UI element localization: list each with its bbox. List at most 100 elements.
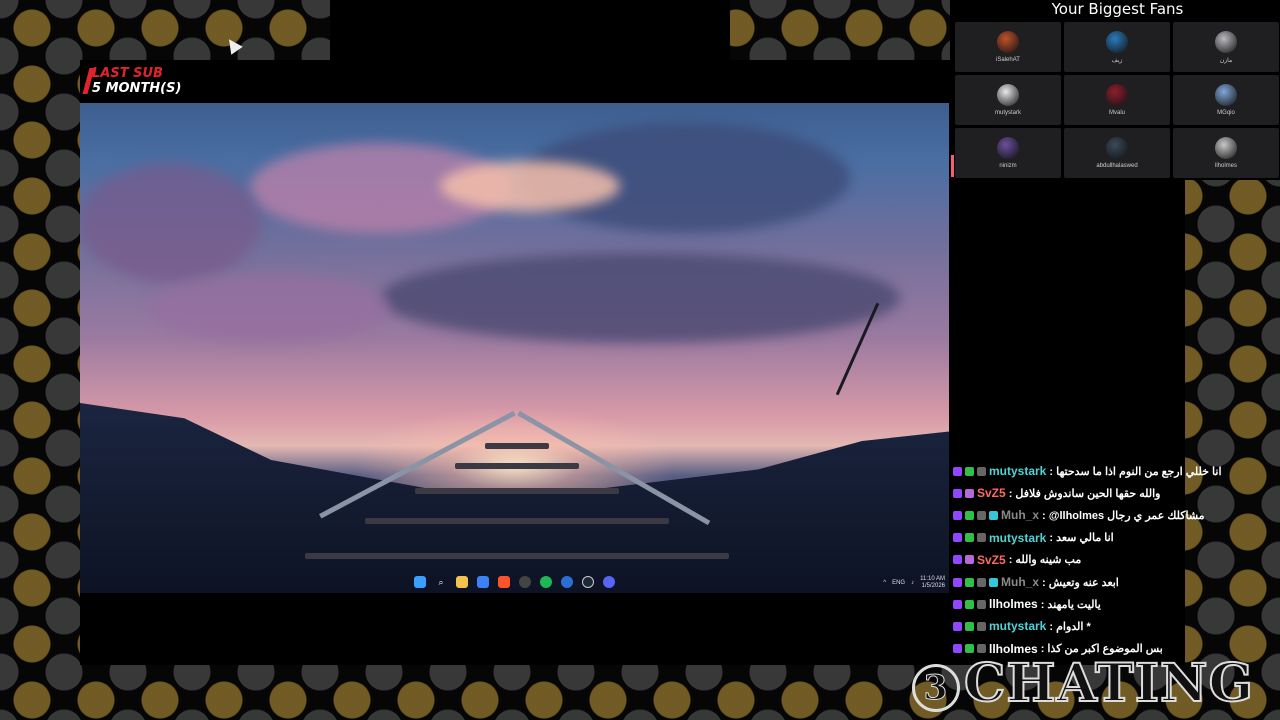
cloud (80, 163, 260, 283)
green-badge-icon (965, 510, 974, 520)
chat-username[interactable]: Muh_x (1001, 508, 1039, 522)
tie (365, 518, 669, 524)
cloud (150, 273, 390, 343)
chat-text: : والله حقها الحين ساندوش فلافل (1008, 487, 1161, 500)
avatar (1215, 30, 1237, 53)
chat-text: : مب شينه والله (1008, 554, 1082, 567)
search-icon[interactable]: ⌕ (435, 576, 447, 588)
chat-message: SvZ5: مب شينه والله (953, 549, 1278, 571)
fan-card[interactable]: llholmes (1173, 128, 1279, 178)
purple-badge-icon (953, 577, 962, 587)
chevron-up-icon[interactable]: ^ (883, 580, 886, 586)
purple-badge-icon (953, 533, 962, 543)
purple-badge-icon (953, 599, 962, 609)
chat-username[interactable]: mutystark (989, 619, 1046, 633)
fan-card[interactable]: ninizm (955, 128, 1061, 178)
tie (415, 488, 619, 494)
green-badge-icon (965, 466, 974, 476)
fan-card[interactable]: زيف (1064, 22, 1170, 72)
tie (485, 443, 549, 449)
fan-name: abdullhalaswed (1096, 163, 1138, 169)
green-badge-icon (965, 577, 974, 587)
gift-badge-icon (965, 555, 974, 565)
cyan-badge-icon (989, 577, 998, 587)
purple-badge-icon (953, 555, 962, 565)
grey-badge-icon (977, 577, 986, 587)
avatar (1106, 137, 1128, 159)
fan-card[interactable]: Mvalu (1064, 75, 1170, 125)
fan-name: iSalehAT (996, 57, 1020, 63)
green-badge-icon (965, 621, 974, 631)
fan-card[interactable]: iSalehAT (955, 22, 1061, 72)
chat-message: mutystark: انا مالي سعد (953, 527, 1278, 549)
chat-message: Muh_x: ابعد عنه وتعيش (953, 571, 1278, 593)
last-sub-duration: 5 MONTH(S) (92, 81, 182, 96)
fan-card[interactable]: MGqio (1173, 75, 1279, 125)
chat-message: llholmes: ياليت يامهند (953, 593, 1278, 615)
chat-message: mutystark: انا خللي ارجع من النوم اذا ما… (953, 460, 1278, 482)
fan-card[interactable]: abdullhalaswed (1064, 128, 1170, 178)
chat-text: : ياليت يامهند (1040, 598, 1101, 611)
spotify-icon[interactable] (540, 576, 552, 588)
top-backdrop (330, 0, 730, 60)
tie (455, 463, 579, 469)
system-tray: ^ ENG ♪ 11:10 AM 1/5/2026 (883, 576, 945, 590)
store-icon[interactable] (477, 576, 489, 588)
chat-text: : انا خللي ارجع من النوم اذا ما سدحتها (1049, 465, 1222, 478)
fans-grid: iSalehAT زيف مازن mutystark Mvalu MGqio ninizm… (955, 22, 1280, 178)
fan-name: مازن (1219, 57, 1233, 64)
chat-username[interactable]: llholmes (989, 597, 1038, 611)
railway-track (80, 410, 949, 593)
logo-text: CHATING (963, 652, 1254, 715)
chat-text: : الدوام * (1049, 620, 1091, 633)
tray-date: 1/5/2026 (921, 583, 945, 589)
refresh-icon[interactable] (561, 576, 573, 588)
avatar (1215, 137, 1237, 159)
fan-card[interactable]: mutystark (955, 75, 1061, 125)
chat-username[interactable]: mutystark (989, 464, 1046, 478)
fan-card[interactable]: مازن (1173, 22, 1279, 72)
chat-username[interactable]: SvZ5 (977, 486, 1006, 500)
avatar (1215, 84, 1237, 106)
desktop-capture: ⌕ ^ ENG ♪ 11:10 AM 1/5/2026 (80, 103, 949, 593)
fan-name: Mvalu (1108, 110, 1125, 116)
avatar (997, 84, 1019, 106)
cloud (440, 161, 620, 211)
channel-logo: 3 CHATING (912, 652, 1254, 716)
language-indicator[interactable]: ENG (892, 580, 905, 586)
chat-username[interactable]: SvZ5 (977, 553, 1006, 567)
steam-icon[interactable] (582, 576, 594, 588)
windows-icon[interactable] (414, 576, 426, 588)
cyan-badge-icon (989, 510, 998, 520)
tie (305, 553, 729, 559)
brave-icon[interactable] (498, 576, 510, 588)
fan-name: زيف (1111, 57, 1123, 64)
chat-message: SvZ5: والله حقها الحين ساندوش فلافل (953, 482, 1278, 504)
tray-clock[interactable]: 11:10 AM 1/5/2026 (920, 576, 945, 590)
folder-icon[interactable] (456, 576, 468, 588)
grey-badge-icon (977, 466, 986, 476)
green-badge-icon (965, 533, 974, 543)
fan-name: ninizm (999, 163, 1017, 169)
green-badge-icon (965, 599, 974, 609)
chat-username[interactable]: mutystark (989, 531, 1046, 545)
purple-badge-icon (953, 621, 962, 631)
speaker-icon[interactable]: ♪ (911, 580, 914, 586)
fan-name: llholmes (1214, 163, 1237, 169)
grey-badge-icon (977, 510, 986, 520)
purple-badge-icon (953, 466, 962, 476)
taskbar: ⌕ (80, 571, 949, 593)
chat-message: mutystark: الدوام * (953, 615, 1278, 637)
avatar (997, 137, 1019, 159)
grey-badge-icon (977, 599, 986, 609)
avatar (1106, 84, 1128, 106)
last-sub-label: LAST SUB (92, 66, 163, 81)
last-sub-badge: LAST SUB 5 MONTH(S) (82, 66, 182, 96)
pink-accent (951, 155, 954, 177)
chat-username[interactable]: Muh_x (1001, 575, 1039, 589)
grey-badge-icon (977, 533, 986, 543)
clock-icon[interactable] (519, 576, 531, 588)
fan-name: MGqio (1217, 110, 1235, 116)
discord-icon[interactable] (603, 576, 615, 588)
avatar (997, 31, 1019, 53)
